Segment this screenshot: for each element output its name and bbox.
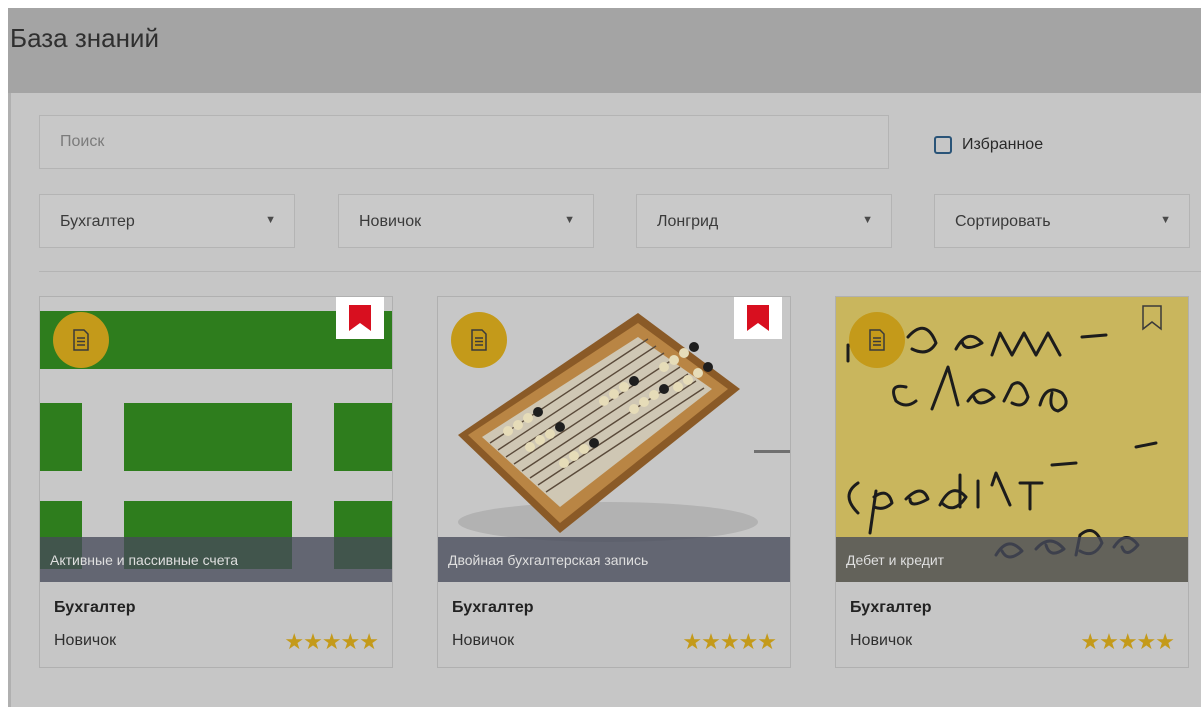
- search-input[interactable]: [39, 115, 889, 169]
- role-filter-value: Бухгалтер: [60, 213, 135, 230]
- rating-stars: ★★★★★: [1080, 629, 1175, 654]
- favorites-label: Избранное: [962, 136, 1044, 153]
- chevron-down-icon: ▼: [1160, 214, 1171, 226]
- content-edge: [8, 93, 11, 707]
- chevron-down-icon: ▼: [564, 214, 575, 226]
- page-title: База знаний: [10, 23, 159, 53]
- chevron-down-icon: ▼: [862, 214, 873, 226]
- level-filter-select[interactable]: Новичок ▼: [338, 194, 594, 248]
- rating-stars: ★★★★★: [284, 629, 379, 654]
- favorites-checkbox[interactable]: Избранное: [934, 133, 1043, 157]
- card-caption: Активные и пассивные счета: [40, 537, 392, 582]
- article-card[interactable]: Дебет и кредит Бухгалтер Новичок ★★★★★: [835, 296, 1189, 668]
- card-role: Бухгалтер: [850, 599, 932, 616]
- bookmark-filled-icon: [747, 305, 769, 331]
- document-icon: [849, 312, 905, 368]
- card-caption: Двойная бухгалтерская запись: [438, 537, 790, 582]
- card-caption: Дебет и кредит: [836, 537, 1188, 582]
- bookmark-filled-icon: [349, 305, 371, 331]
- card-level: Новичок: [850, 632, 913, 649]
- article-card[interactable]: Активные и пассивные счета Бухгалтер Нов…: [39, 296, 393, 668]
- article-card[interactable]: Двойная бухгалтерская запись Бухгалтер Н…: [437, 296, 791, 668]
- format-filter-value: Лонгрид: [657, 213, 719, 230]
- knowledge-base-page: База знаний Избранное Бухгалтер ▼ Новичо…: [8, 8, 1201, 707]
- sort-select[interactable]: Сортировать ▼: [934, 194, 1190, 248]
- sort-value: Сортировать: [955, 213, 1051, 230]
- level-filter-value: Новичок: [359, 213, 422, 230]
- page-header: База знаний: [8, 8, 1201, 93]
- bookmark-button[interactable]: [1141, 305, 1163, 336]
- chevron-down-icon: ▼: [265, 214, 276, 226]
- card-title: Двойная бухгалтерская запись: [448, 552, 649, 568]
- bookmark-button[interactable]: [336, 297, 384, 339]
- document-icon: [451, 312, 507, 368]
- bookmark-button[interactable]: [734, 297, 782, 339]
- card-level: Новичок: [452, 632, 515, 649]
- document-icon: [53, 312, 109, 368]
- card-title: Активные и пассивные счета: [50, 552, 239, 568]
- role-filter-select[interactable]: Бухгалтер ▼: [39, 194, 295, 248]
- divider: [39, 271, 1201, 272]
- card-title: Дебет и кредит: [846, 552, 945, 568]
- checkbox-icon[interactable]: [934, 136, 952, 154]
- rating-stars: ★★★★★: [682, 629, 777, 654]
- card-role: Бухгалтер: [452, 599, 534, 616]
- bookmark-outline-icon: [1142, 305, 1162, 331]
- format-filter-select[interactable]: Лонгрид ▼: [636, 194, 892, 248]
- card-level: Новичок: [54, 632, 117, 649]
- card-role: Бухгалтер: [54, 599, 136, 616]
